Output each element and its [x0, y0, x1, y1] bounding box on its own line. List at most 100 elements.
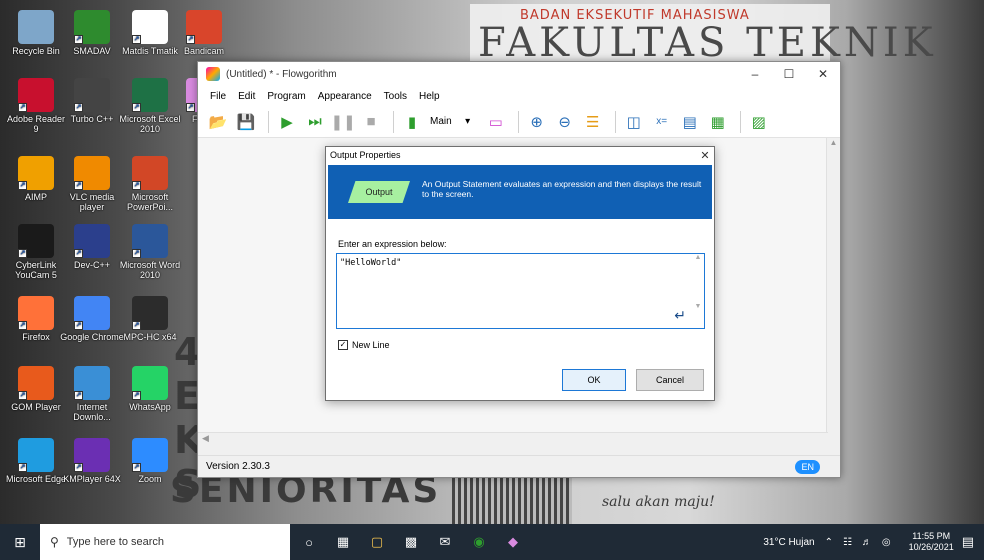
desktop-icon[interactable]: ↗ Zoom: [118, 438, 182, 484]
menu-help[interactable]: Help: [413, 91, 446, 102]
console-icon[interactable]: ▤: [678, 110, 702, 134]
flowgorithm-taskbar-icon[interactable]: ◆: [498, 524, 528, 560]
shortcut-arrow-icon: ↗: [74, 249, 83, 258]
zoom-in-icon[interactable]: ⊕: [525, 110, 549, 134]
desktop-icon[interactable]: ↗ Microsoft PowerPoi...: [118, 156, 182, 212]
menu-appearance[interactable]: Appearance: [312, 91, 378, 102]
desktop-icon-label: Google Chrome: [60, 332, 124, 342]
layout-icon[interactable]: ◫: [622, 110, 646, 134]
run-icon[interactable]: ▶: [275, 110, 299, 134]
excel-icon: ↗: [132, 78, 168, 112]
desktop-icon[interactable]: ↗ Firefox: [4, 296, 68, 342]
desktop-icon[interactable]: ↗ MPC-HC x64: [118, 296, 182, 342]
output-properties-dialog: Output Properties ✕ Output An Output Sta…: [325, 146, 715, 401]
taskbar-search[interactable]: ⚲ Type here to search: [40, 524, 290, 560]
desktop-icon[interactable]: ↗ GOM Player: [4, 366, 68, 412]
desktop-icon[interactable]: ↗ Dev-C++: [60, 224, 124, 270]
menu-tools[interactable]: Tools: [378, 91, 413, 102]
zoom-out-icon[interactable]: ⊖: [553, 110, 577, 134]
notification-icon[interactable]: ▤: [962, 534, 974, 550]
dialog-close-icon[interactable]: ✕: [696, 149, 714, 162]
function-selector[interactable]: Main: [430, 116, 452, 127]
clock-time: 11:55 PM: [912, 531, 951, 541]
ok-button[interactable]: OK: [562, 369, 626, 391]
variables-icon[interactable]: x=: [650, 110, 674, 134]
turbo-cpp-icon: ↗: [74, 78, 110, 112]
desktop-icon[interactable]: ↗ Bandicam: [172, 10, 236, 56]
shortcut-arrow-icon: ↗: [74, 463, 83, 472]
tray-icons[interactable]: ⌃ ☷ ♬ ◎: [825, 537, 891, 548]
new-line-label: New Line: [352, 340, 390, 350]
input-scrollbar[interactable]: ▲ ▼: [692, 254, 704, 328]
variable-watch-icon[interactable]: ▭: [484, 110, 508, 134]
chrome-taskbar-icon[interactable]: ◉: [464, 524, 494, 560]
desktop-icon[interactable]: ↗ Adobe Reader 9: [4, 78, 68, 134]
desktop-icon[interactable]: ↗ KMPlayer 64X: [60, 438, 124, 484]
windows-start-icon[interactable]: ⊞: [0, 524, 40, 560]
maximize-button[interactable]: ☐: [772, 62, 806, 86]
clock[interactable]: 11:55 PM 10/26/2021: [909, 531, 954, 553]
store-icon[interactable]: ▩: [396, 524, 426, 560]
status-bar: Version 2.30.3 EN: [198, 455, 840, 477]
shortcut-arrow-icon: ↗: [132, 321, 141, 330]
pause-icon[interactable]: ❚❚: [330, 110, 355, 134]
stop-icon[interactable]: ■: [359, 110, 383, 134]
step-icon[interactable]: ⏭: [303, 110, 327, 134]
desktop-icon[interactable]: ↗ Internet Downlo...: [60, 366, 124, 422]
file-explorer-icon[interactable]: ▢: [362, 524, 392, 560]
shortcut-arrow-icon: ↗: [186, 35, 195, 44]
cortana-icon[interactable]: ○: [294, 524, 324, 560]
task-view-icon[interactable]: ▦: [328, 524, 358, 560]
minimize-button[interactable]: –: [738, 62, 772, 86]
toolbar: 📂 💾 ▶ ⏭ ❚❚ ■ ▮ Main ▾ ▭ ⊕ ⊖ ☰ ◫ x= ▤ ▦ ▨: [198, 106, 840, 138]
desktop-icon[interactable]: ↗ SMADAV: [60, 10, 124, 56]
mail-icon[interactable]: ✉: [430, 524, 460, 560]
desktop-icon[interactable]: Recycle Bin: [4, 10, 68, 56]
desktop-icon[interactable]: ↗ VLC media player: [60, 156, 124, 212]
word-icon: ↗: [132, 224, 168, 258]
translate-icon[interactable]: ▨: [747, 110, 771, 134]
shortcut-arrow-icon: ↗: [18, 181, 27, 190]
menu-bar: File Edit Program Appearance Tools Help: [198, 86, 840, 106]
shortcut-arrow-icon: ↗: [132, 103, 141, 112]
scroll-up-icon[interactable]: ▲: [827, 138, 840, 152]
shortcut-arrow-icon: ↗: [132, 463, 141, 472]
expression-value[interactable]: "HelloWorld": [340, 258, 401, 268]
style-icon[interactable]: ☰: [581, 110, 605, 134]
desktop-icon[interactable]: ↗ Google Chrome: [60, 296, 124, 342]
checkbox-checked-icon[interactable]: ✓: [338, 340, 348, 350]
source-code-icon[interactable]: ▦: [706, 110, 730, 134]
shortcut-arrow-icon: ↗: [132, 181, 141, 190]
desktop-icon-label: Internet Downlo...: [73, 402, 111, 422]
new-line-checkbox[interactable]: ✓ New Line: [338, 340, 390, 350]
recycle-bin-icon: [18, 10, 54, 44]
open-folder-icon[interactable]: 📂: [206, 110, 230, 134]
shortcut-arrow-icon: ↗: [74, 391, 83, 400]
zoom-icon: ↗: [132, 438, 168, 472]
mpc-hc-icon: ↗: [132, 296, 168, 330]
speed-icon[interactable]: ▮: [400, 110, 424, 134]
language-badge[interactable]: EN: [795, 459, 820, 474]
horizontal-scrollbar[interactable]: ◀: [198, 432, 828, 446]
desktop-icon[interactable]: ↗ WhatsApp: [118, 366, 182, 412]
chevron-down-icon[interactable]: ▾: [456, 110, 480, 134]
desktop-icon[interactable]: ↗ Microsoft Word 2010: [118, 224, 182, 280]
desktop-icon[interactable]: ↗ Turbo C++: [60, 78, 124, 124]
close-button[interactable]: ✕: [806, 62, 840, 86]
shortcut-arrow-icon: ↗: [18, 391, 27, 400]
cancel-button[interactable]: Cancel: [636, 369, 704, 391]
desktop-icon[interactable]: ↗ AIMP: [4, 156, 68, 202]
desktop-icon[interactable]: ↗ Microsoft Edge: [4, 438, 68, 484]
save-icon[interactable]: 💾: [234, 110, 258, 134]
vertical-scrollbar[interactable]: ▲: [826, 138, 840, 446]
menu-program[interactable]: Program: [261, 91, 311, 102]
dialog-titlebar[interactable]: Output Properties ✕: [326, 147, 714, 163]
window-titlebar[interactable]: (Untitled) * - Flowgorithm – ☐ ✕: [198, 62, 840, 86]
desktop-icon-label: Turbo C++: [70, 114, 114, 124]
desktop-icon[interactable]: ↗ CyberLink YouCam 5: [4, 224, 68, 280]
menu-edit[interactable]: Edit: [232, 91, 261, 102]
desktop-icon-label: Microsoft Edge: [5, 474, 67, 484]
menu-file[interactable]: File: [204, 91, 232, 102]
expression-input[interactable]: "HelloWorld" ▲ ▼ ↵: [336, 253, 705, 329]
weather-widget[interactable]: 31°C Hujan: [763, 537, 814, 548]
